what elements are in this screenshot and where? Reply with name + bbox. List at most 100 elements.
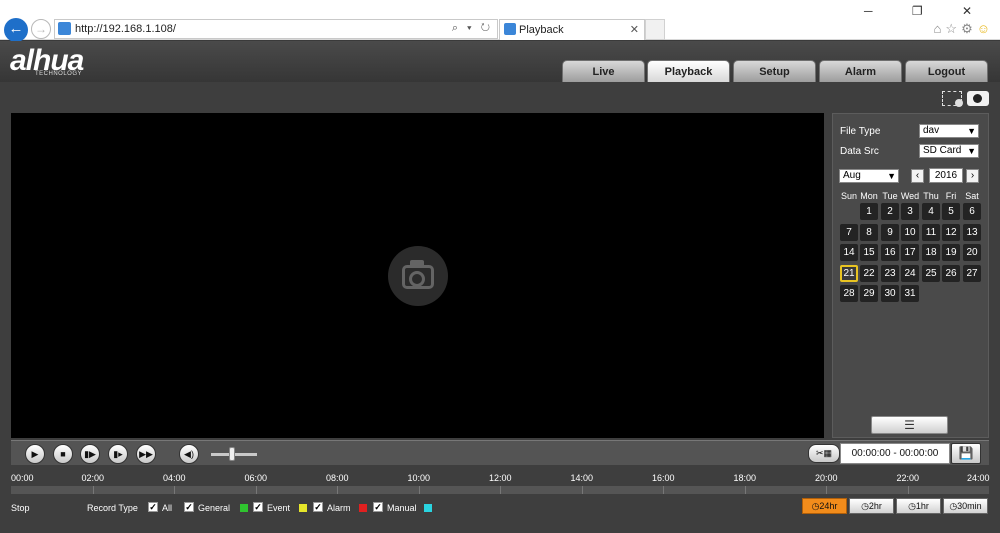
record-type-checkbox-manual[interactable]: ✓ [373,502,383,512]
forward-button[interactable]: → [31,19,51,39]
local-record-settings-icon[interactable] [942,91,963,107]
calendar-day[interactable]: 1 [860,203,878,220]
record-type-checkbox-all[interactable]: ✓ [148,502,158,512]
next-year-button[interactable]: › [966,169,979,183]
weekday-sun: Sun [840,191,857,201]
calendar-day[interactable]: 2 [881,203,899,220]
next-frame-button[interactable]: ▮▶ [80,444,100,464]
calendar-day[interactable]: 19 [942,244,960,261]
timeline-label: 06:00 [244,473,268,483]
timeline-label: 08:00 [326,473,349,483]
gear-icon[interactable]: ⚙ [961,21,977,36]
file-type-label: File Type [840,126,881,137]
calendar-day[interactable]: 20 [963,244,981,261]
timeline-tick [663,486,664,494]
star-icon[interactable]: ☆ [945,21,961,36]
record-type-label-all: All [162,503,173,513]
calendar-day[interactable]: 23 [881,264,899,282]
play-button[interactable]: ▶ [25,444,45,464]
calendar-day[interactable]: 26 [942,264,960,282]
calendar-day[interactable]: 9 [881,223,899,241]
record-type-color-general [240,504,249,512]
range-button-2hr[interactable]: ◷2hr [849,498,894,514]
stop-button[interactable]: ■ [53,444,73,464]
calendar-day[interactable]: 30 [881,285,899,302]
data-src-select[interactable]: SD Card ▼ [919,144,979,158]
tab-setup[interactable]: Setup [733,60,816,82]
smiley-icon[interactable]: ☺ [977,21,994,36]
weekday-mon: Mon [860,191,878,201]
calendar-day[interactable]: 25 [922,264,940,282]
tab-title: Playback [519,24,564,36]
record-type-label-manual: Manual [387,503,417,513]
clip-video-button[interactable]: ✂▦ [808,444,840,463]
range-button-1hr[interactable]: ◷1hr [896,498,941,514]
calendar-day[interactable]: 4 [922,203,940,220]
tab-live[interactable]: Live [562,60,645,82]
playback-controls: ▶ ■ ▮▶ ▮▸ ▶▶ ◀) ✂▦ 00:00:00 - 00:00:00 💾 [11,440,989,465]
back-button[interactable]: ← [4,18,28,42]
browser-tab-playback[interactable]: Playback ✕ [499,19,645,40]
slow-play-button[interactable]: ▮▸ [108,444,128,464]
calendar-day[interactable]: 31 [901,285,919,302]
home-icon[interactable]: ⌂ [934,21,946,36]
tab-logout[interactable]: Logout [905,60,988,82]
page-icon [58,22,71,35]
timeline-label: 16:00 [652,473,675,483]
browser-right-icons[interactable]: ⌂☆⚙☺ [934,21,994,37]
calendar-day[interactable]: 27 [963,264,981,282]
chevron-down-icon: ▼ [967,146,976,156]
calendar-day[interactable]: 28 [840,285,858,302]
calendar-day[interactable]: 24 [901,264,919,282]
calendar-day[interactable]: 12 [942,223,960,241]
calendar-day[interactable]: 3 [901,203,919,220]
calendar-day[interactable]: 11 [922,223,940,241]
calendar-day[interactable]: 5 [942,203,960,220]
calendar-day[interactable]: 29 [860,285,878,302]
calendar-day[interactable]: 13 [963,223,981,241]
range-button-30min[interactable]: ◷30min [943,498,988,514]
timeline-tick [92,486,94,494]
volume-handle[interactable] [229,447,236,461]
calendar-day[interactable]: 16 [881,244,899,261]
record-type-color-event [299,504,307,512]
calendar-day[interactable]: 14 [840,244,858,261]
record-type-checkbox-alarm[interactable]: ✓ [313,502,323,512]
calendar-day[interactable]: 21 [840,264,858,282]
timeline-label: 12:00 [489,473,512,483]
calendar-day[interactable]: 17 [901,244,919,261]
calendar-day[interactable]: 7 [840,223,858,241]
video-display[interactable] [11,113,824,438]
search-refresh-icon[interactable]: ⌕ ▾ ↻ [452,22,493,35]
address-text[interactable]: http://192.168.1.108/ [75,23,176,35]
calendar-day[interactable]: 15 [860,244,878,261]
save-clip-button[interactable]: 💾 [951,443,981,464]
range-button-24hr[interactable]: ◷24hr [802,498,847,514]
tab-close-icon[interactable]: ✕ [630,23,639,36]
record-type-checkbox-general[interactable]: ✓ [184,502,194,512]
fast-play-button[interactable]: ▶▶ [136,444,156,464]
tab-alarm[interactable]: Alarm [819,60,902,82]
record-type-checkbox-event[interactable]: ✓ [253,502,263,512]
snapshot-camera-icon[interactable] [967,91,989,106]
calendar-day[interactable]: 22 [860,264,878,282]
timeline-tick [255,486,257,494]
tab-playback[interactable]: Playback [647,60,730,82]
file-list-button[interactable]: ☰ [871,416,948,434]
volume-icon[interactable]: ◀) [179,444,199,464]
calendar-day[interactable]: 18 [922,244,940,261]
calendar-day[interactable]: 6 [963,203,981,220]
window-controls[interactable]: ─ ❐ ✕ [864,4,990,18]
file-type-select[interactable]: dav ▼ [919,124,979,138]
calendar-day[interactable]: 8 [860,223,878,241]
month-select[interactable]: Aug ▼ [839,169,899,183]
clip-time-range: 00:00:00 - 00:00:00 [840,443,950,464]
record-type-label-general: General [198,503,231,513]
timeline-tick [337,486,338,494]
weekday-fri: Fri [945,191,957,201]
calendar-day[interactable]: 10 [901,223,919,241]
address-bar[interactable]: http://192.168.1.108/ ⌕ ▾ ↻ [54,19,498,39]
prev-year-button[interactable]: ‹ [911,169,924,183]
new-tab-button[interactable] [645,19,665,40]
file-type-value: dav [923,125,940,136]
